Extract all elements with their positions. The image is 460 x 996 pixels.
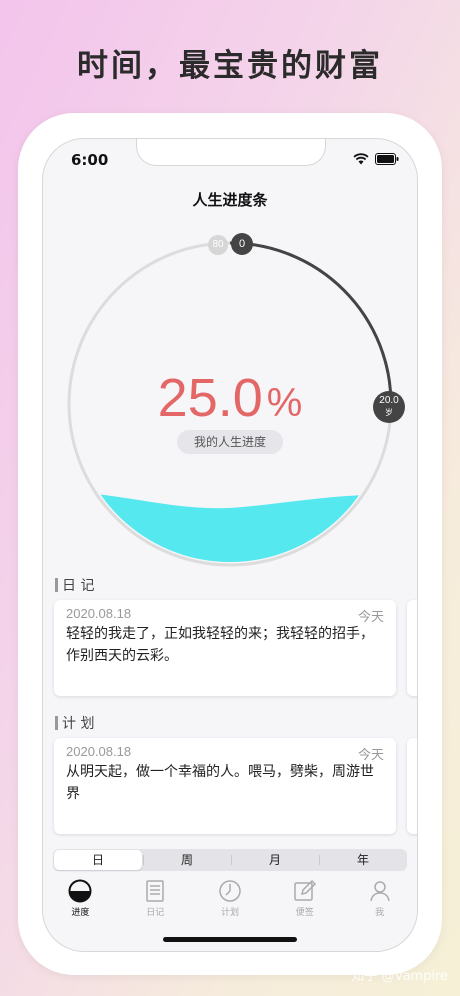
diary-date: 2020.08.18 xyxy=(66,606,132,621)
tab-plan-label: 计划 xyxy=(220,908,239,918)
plan-next-card[interactable] xyxy=(407,738,417,834)
diary-next-card[interactable] xyxy=(407,600,417,696)
diary-text: 轻轻的我走了，正如我轻轻的来；我轻轻的招手，作别西天的云彩。 xyxy=(66,626,374,664)
plan-when: 今天 xyxy=(357,748,384,763)
clock-icon xyxy=(219,880,241,902)
period-tab-year[interactable]: 年 xyxy=(319,850,407,870)
diary-section-title: 日 记 xyxy=(55,575,94,595)
period-tab-week[interactable]: 周 xyxy=(143,850,231,870)
tab-notes-label: 便签 xyxy=(295,908,314,918)
period-tab-day[interactable]: 日 xyxy=(54,850,142,870)
note-edit-icon xyxy=(294,879,316,901)
tab-plan[interactable]: 计划 xyxy=(193,879,268,929)
person-icon xyxy=(369,881,390,902)
watermark: 知乎 @Vampire xyxy=(351,969,448,984)
tab-me[interactable]: 我 xyxy=(342,879,417,929)
diary-icon xyxy=(146,880,164,902)
life-progress-ring xyxy=(67,241,393,567)
tab-progress-label: 进度 xyxy=(71,908,90,918)
section-bar xyxy=(55,578,58,592)
plan-date: 2020.08.18 xyxy=(66,744,132,759)
plan-title-text: 计 划 xyxy=(62,716,95,732)
percent-value: 25.0 xyxy=(157,368,263,428)
marker-max-age: 80 xyxy=(208,235,228,255)
diary-when: 今天 xyxy=(357,610,384,625)
tab-diary[interactable]: 日记 xyxy=(118,879,193,929)
diary-card[interactable]: 2020.08.18 今天 轻轻的我走了，正如我轻轻的来；我轻轻的招手，作别西天… xyxy=(54,600,396,696)
plan-section-title: 计 划 xyxy=(55,713,94,733)
tab-me-label: 我 xyxy=(375,908,385,918)
plan-card[interactable]: 2020.08.18 今天 从明天起，做一个幸福的人。喂马，劈柴，周游世界 xyxy=(54,738,396,834)
diary-title-text: 日 记 xyxy=(62,578,95,594)
progress-percent: 25.0% xyxy=(43,367,417,429)
period-segmented-control: 日 周 月 年 xyxy=(53,849,407,871)
app-screen: 6:00 人生进度条 80 0 20.0 岁 25.0% 我的人生进度 日 记 xyxy=(42,138,418,952)
home-indicator xyxy=(163,937,297,942)
tab-progress[interactable]: 进度 xyxy=(43,879,118,929)
marker-start: 0 xyxy=(231,233,253,255)
headline: 时间，最宝贵的财富 xyxy=(77,48,383,84)
plan-text: 从明天起，做一个幸福的人。喂马，劈柴，周游世界 xyxy=(66,764,374,802)
tab-notes[interactable]: 便签 xyxy=(267,879,342,929)
tab-diary-label: 日记 xyxy=(146,908,165,918)
percent-sign: % xyxy=(266,381,303,425)
tab-bar: 进度 日记 计划 便签 我 xyxy=(43,879,417,929)
progress-label[interactable]: 我的人生进度 xyxy=(177,430,283,454)
section-bar xyxy=(55,716,58,730)
progress-icon xyxy=(68,879,92,903)
period-tab-month[interactable]: 月 xyxy=(231,850,319,870)
